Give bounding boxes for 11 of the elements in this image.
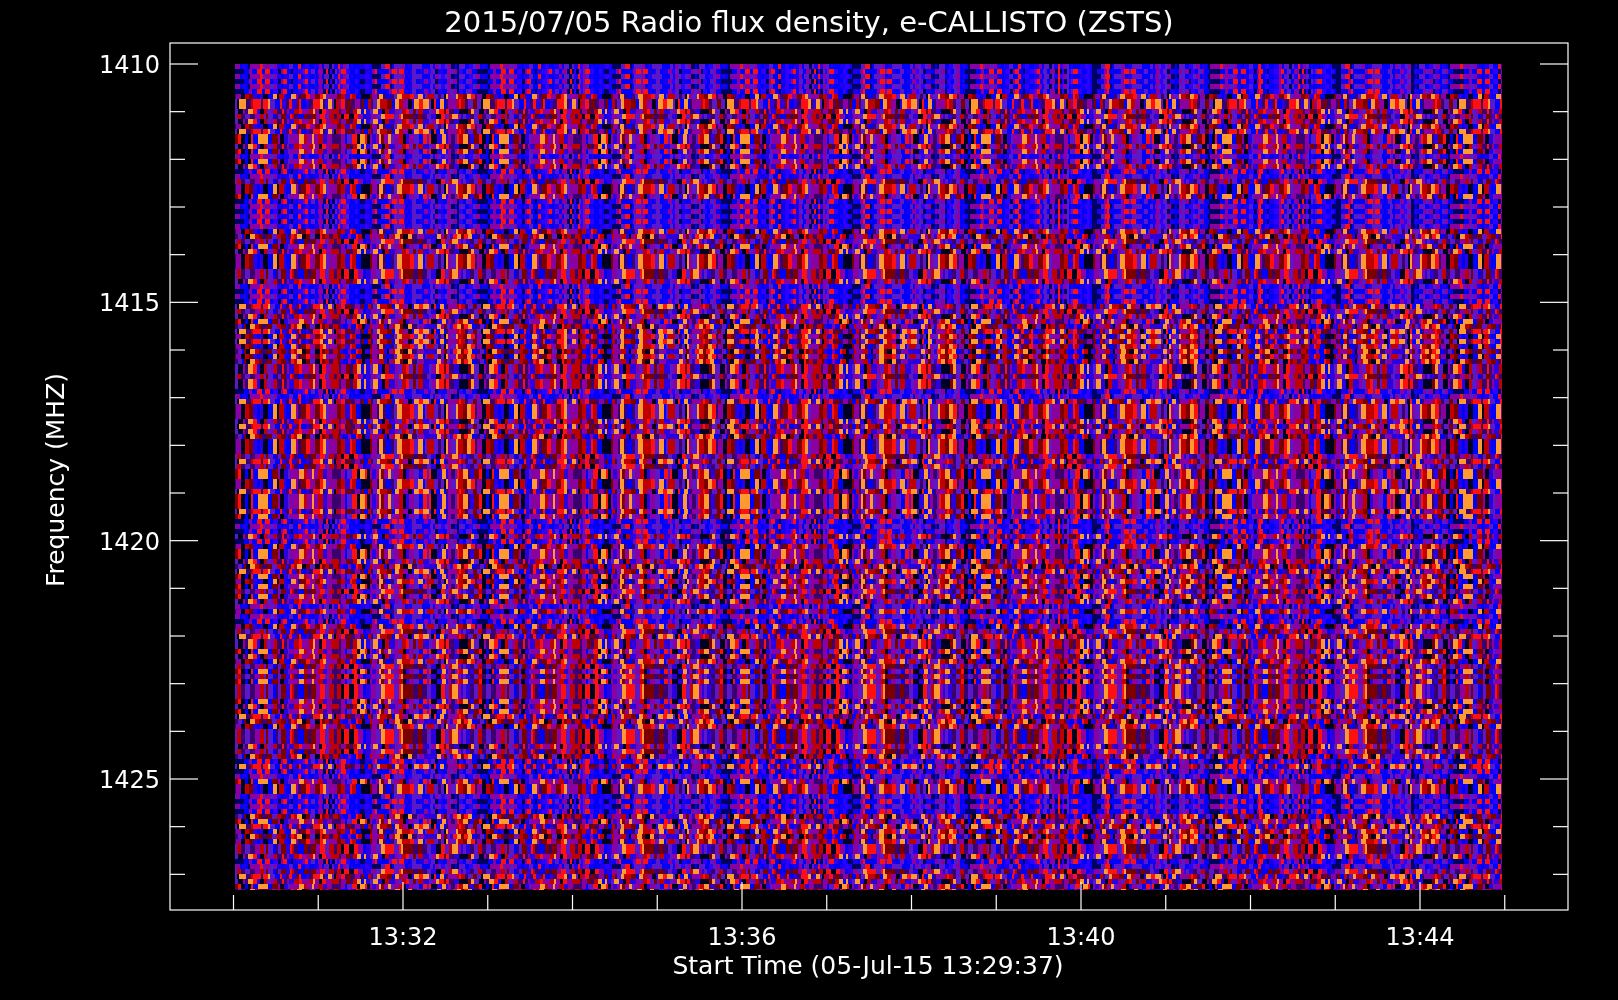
y-axis-title: Frequency (MHZ): [41, 372, 70, 588]
x-tick-label: 13:36: [707, 923, 777, 951]
x-tick-label: 13:44: [1385, 923, 1455, 951]
x-tick-label: 13:32: [368, 923, 438, 951]
y-tick-label: 1415: [98, 289, 160, 318]
x-tick-label: 13:40: [1046, 923, 1116, 951]
y-tick-label: 1425: [98, 766, 160, 794]
y-tick-label: 1420: [98, 527, 160, 556]
x-axis-title: Start Time (05-Jul-15 13:29:37): [672, 951, 1064, 980]
chart-title: 2015/07/05 Radio flux density, e-CALLISTO (ZSTS): [444, 5, 1174, 39]
y-tick-label: 1410: [98, 51, 160, 79]
